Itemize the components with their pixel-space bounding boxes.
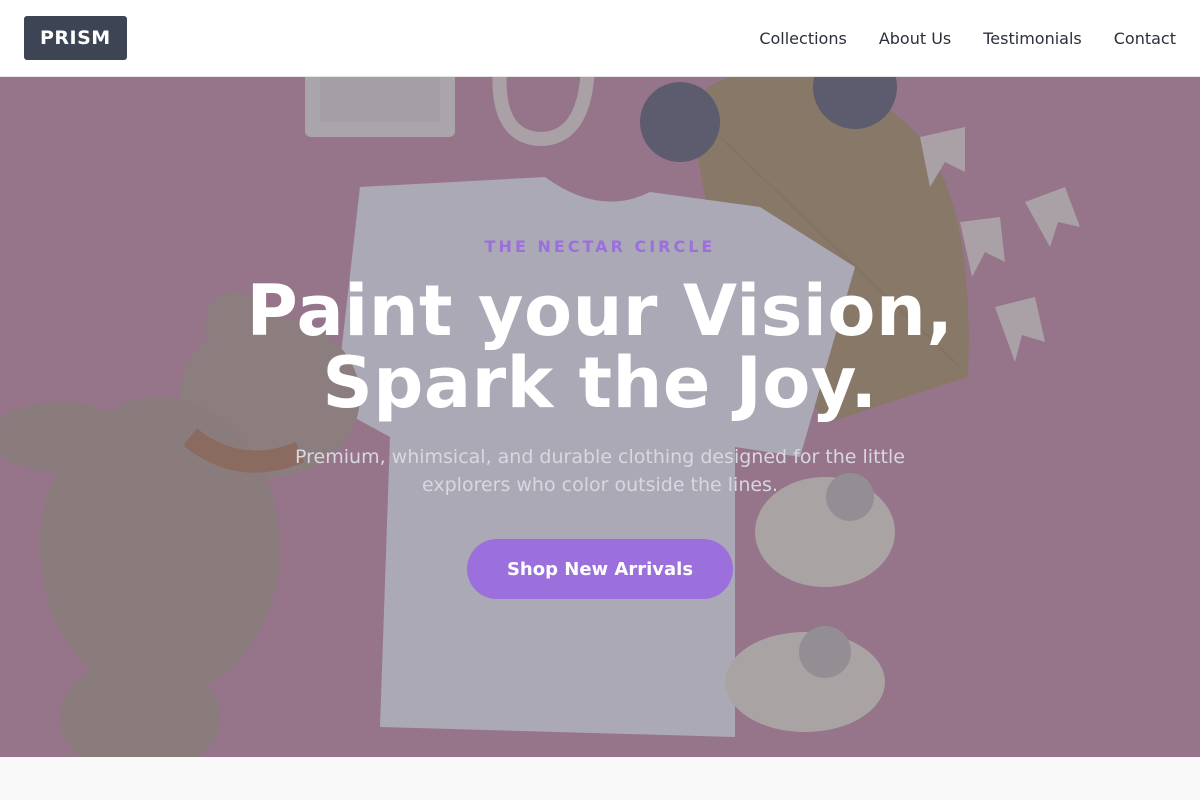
next-section xyxy=(0,757,1200,800)
hero-subtext: Premium, whimsical, and durable clothing… xyxy=(295,446,905,496)
nav-link-contact[interactable]: Contact xyxy=(1114,29,1176,48)
main-nav: Collections About Us Testimonials Contac… xyxy=(759,29,1176,48)
hero-headline-line2: Spark the Joy. xyxy=(322,342,878,424)
nav-link-testimonials[interactable]: Testimonials xyxy=(983,29,1082,48)
shop-new-arrivals-button[interactable]: Shop New Arrivals xyxy=(467,539,733,599)
nav-link-collections[interactable]: Collections xyxy=(759,29,846,48)
hero-headline-line1: Paint your Vision, xyxy=(246,270,954,352)
top-navbar: PRISM Collections About Us Testimonials … xyxy=(0,0,1200,77)
brand-logo[interactable]: PRISM xyxy=(24,16,127,60)
hero-eyebrow: THE NECTAR CIRCLE xyxy=(484,237,716,256)
hero-content: THE NECTAR CIRCLE Paint your Vision, Spa… xyxy=(0,77,1200,757)
nav-link-about-us[interactable]: About Us xyxy=(879,29,951,48)
hero-headline: Paint your Vision, Spark the Joy. xyxy=(0,275,1200,419)
hero-section: THE NECTAR CIRCLE Paint your Vision, Spa… xyxy=(0,77,1200,757)
